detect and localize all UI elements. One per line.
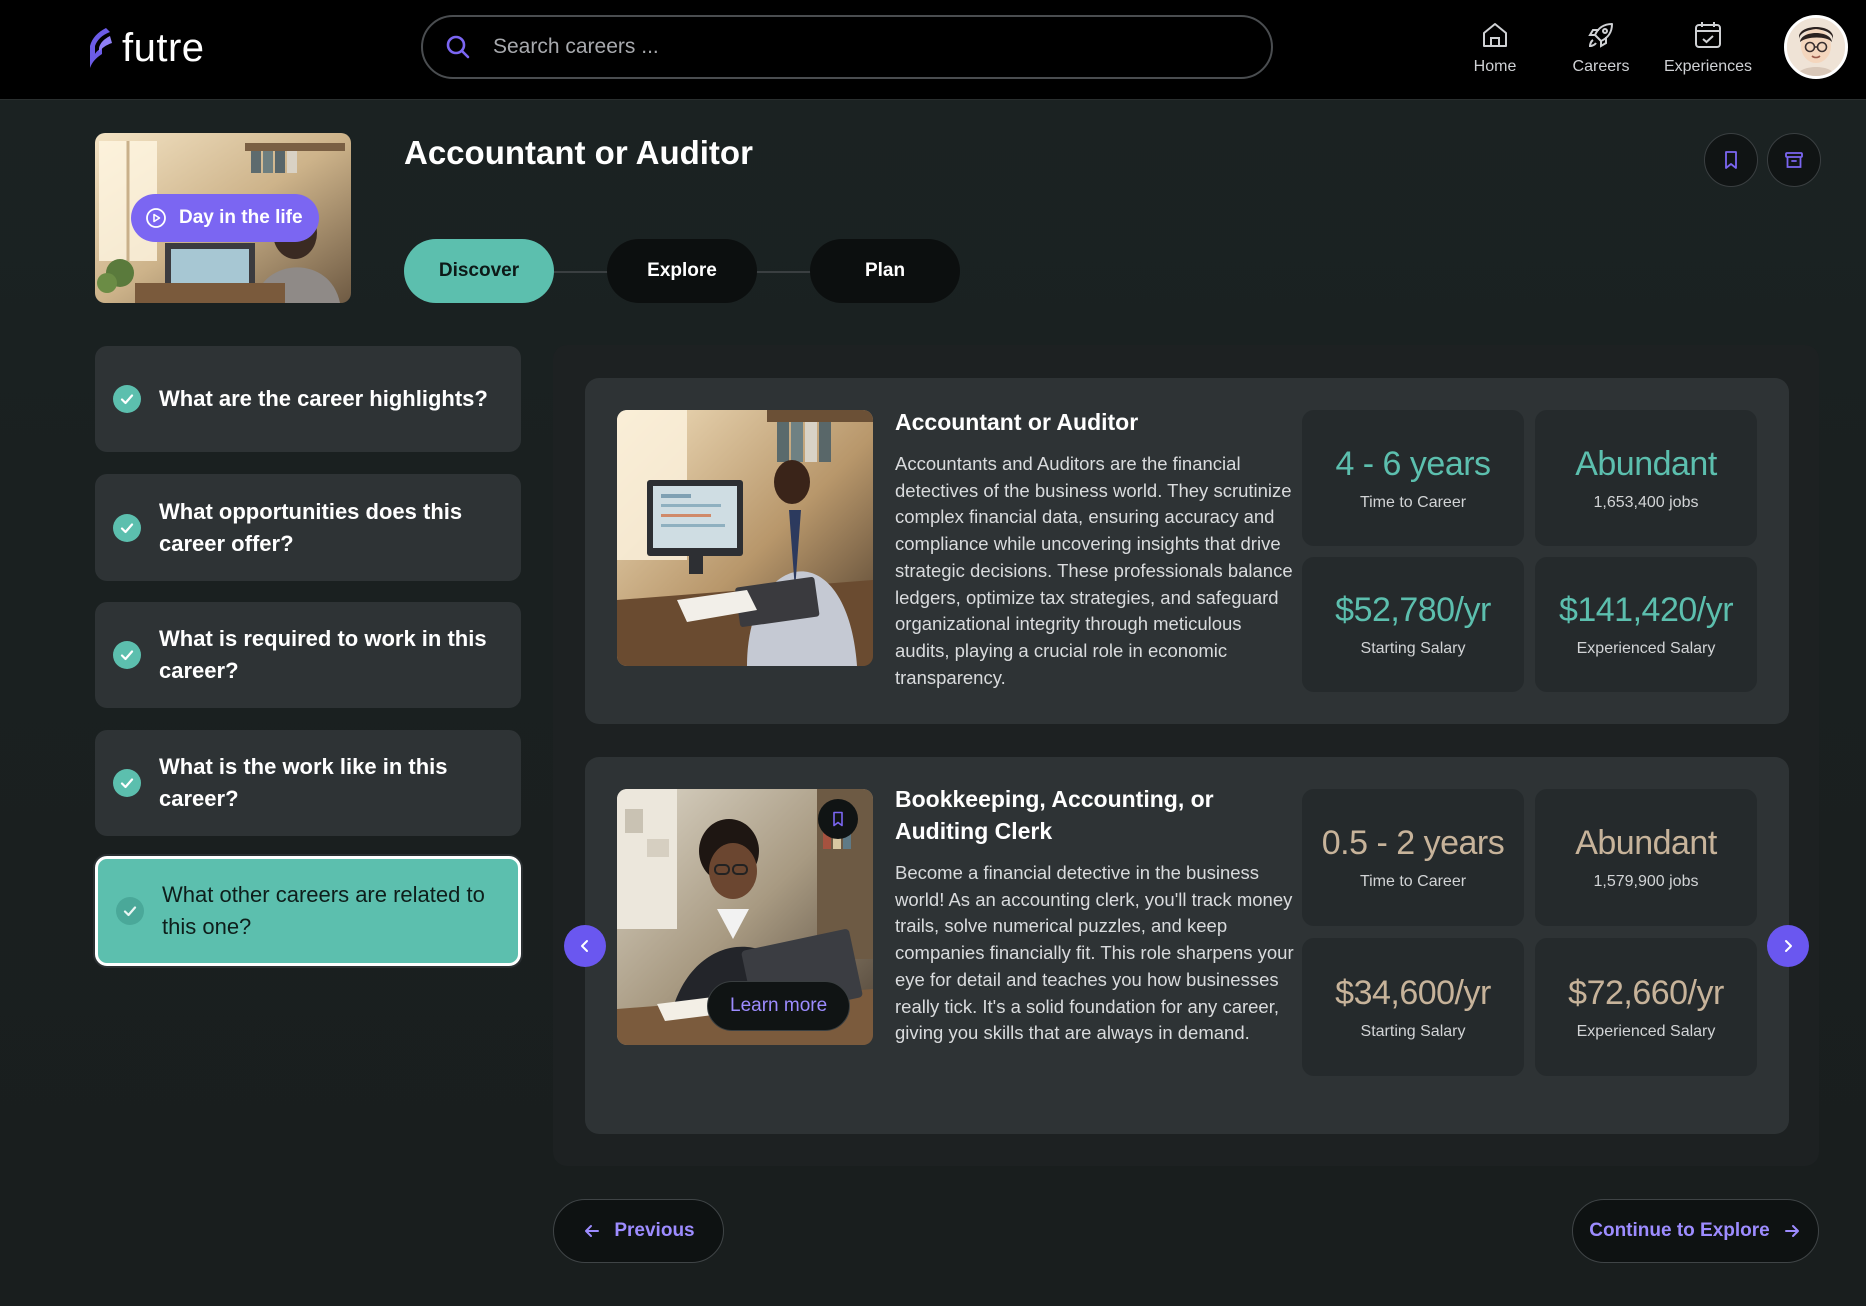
day-in-the-life-button[interactable]: Day in the life xyxy=(131,194,319,242)
career-title: Accountant or Auditor xyxy=(895,409,1139,435)
stat-value: $72,660/yr xyxy=(1568,973,1724,1012)
bookmark-icon xyxy=(833,811,843,827)
question-career-opportunities[interactable]: What opportunities does this career offe… xyxy=(95,474,521,581)
futre-logo-mark-icon xyxy=(90,28,112,68)
home-icon xyxy=(1483,23,1507,47)
stat-value: $52,780/yr xyxy=(1335,591,1491,629)
nav-home-label: Home xyxy=(1473,58,1517,75)
stat-time-to-career: 0.5 - 2 years Time to Career xyxy=(1302,789,1524,926)
stat-label: 1,579,900 jobs xyxy=(1593,873,1699,890)
app-name: futre xyxy=(122,26,205,70)
stat-label: Time to Career xyxy=(1359,873,1467,890)
chevron-left-icon xyxy=(581,940,588,952)
check-circle-icon xyxy=(116,897,144,925)
stat-starting-salary: $34,600/yr Starting Salary xyxy=(1302,938,1524,1076)
stepper-connector xyxy=(552,271,610,273)
question-text: What opportunities does this career offe… xyxy=(159,498,463,556)
archive-icon xyxy=(1785,152,1803,168)
avatar-illustration xyxy=(1787,18,1845,76)
stat-label: Starting Salary xyxy=(1360,1022,1466,1040)
stat-value: 4 - 6 years xyxy=(1335,444,1491,483)
nav-home[interactable]: Home xyxy=(1440,18,1550,76)
stepper-connector xyxy=(755,271,813,273)
stat-experienced-salary: $141,420/yr Experienced Salary xyxy=(1535,557,1757,692)
stat-value: Abundant xyxy=(1575,824,1717,862)
career-image: Learn more xyxy=(617,789,873,1045)
bookmark-icon xyxy=(1725,151,1737,169)
check-circle-icon xyxy=(113,513,141,542)
search-bar[interactable] xyxy=(421,15,1273,79)
stat-value: Abundant xyxy=(1575,444,1717,483)
stat-starting-salary: $52,780/yr Starting Salary xyxy=(1302,557,1524,692)
check-circle-icon xyxy=(113,641,141,669)
stat-label: Starting Salary xyxy=(1360,640,1466,657)
career-image xyxy=(617,410,873,666)
step-explore[interactable]: Explore xyxy=(607,239,757,303)
stat-job-outlook: Abundant 1,579,900 jobs xyxy=(1535,789,1757,926)
nav-experiences[interactable]: Experiences xyxy=(1653,18,1763,76)
accountant-illustration xyxy=(617,410,873,666)
arrow-right-icon xyxy=(1784,1225,1799,1237)
continue-to-explore-button[interactable]: Continue to Explore xyxy=(1572,1199,1819,1263)
check-circle-icon xyxy=(113,769,141,797)
stat-label: Time to Career xyxy=(1359,493,1467,511)
bookmark-button[interactable] xyxy=(1704,133,1758,187)
career-title: Bookkeeping, Accounting, or Auditing Cle… xyxy=(895,786,1214,844)
arrow-left-icon xyxy=(585,1225,600,1237)
stat-label: Experienced Salary xyxy=(1576,1022,1716,1040)
play-circle-icon xyxy=(146,208,166,228)
learn-more-button[interactable]: Learn more xyxy=(707,981,851,1031)
step-plan[interactable]: Plan xyxy=(810,239,960,303)
question-related-careers[interactable]: What other careers are related to this o… xyxy=(95,856,521,966)
question-text: What other careers are related to this o… xyxy=(162,882,485,939)
step-discover[interactable]: Discover xyxy=(404,239,554,303)
previous-label: Previous xyxy=(614,1220,695,1241)
continue-label: Continue to Explore xyxy=(1589,1220,1770,1241)
career-description: Become a financial detective in the busi… xyxy=(895,862,1294,1044)
stat-value: $141,420/yr xyxy=(1558,591,1734,629)
archive-button[interactable] xyxy=(1767,133,1821,187)
search-input[interactable] xyxy=(493,35,1253,59)
top-bar: futre Home Careers xyxy=(0,0,1866,100)
question-text: What is required to work in this career? xyxy=(159,626,487,683)
previous-button[interactable]: Previous xyxy=(553,1199,724,1263)
check-circle-icon xyxy=(113,385,141,413)
question-text: What are the career highlights? xyxy=(159,386,488,411)
page-title: Accountant or Auditor xyxy=(404,134,753,171)
stat-value: $34,600/yr xyxy=(1335,973,1491,1012)
chevron-right-icon xyxy=(1785,940,1792,952)
stat-time-to-career: 4 - 6 years Time to Career xyxy=(1302,410,1524,546)
user-avatar[interactable] xyxy=(1784,15,1848,79)
rocket-icon xyxy=(1588,23,1613,48)
stat-value: 0.5 - 2 years xyxy=(1321,824,1505,862)
career-description: Accountants and Auditors are the financi… xyxy=(895,453,1293,688)
carousel-next-button[interactable] xyxy=(1767,925,1809,967)
question-career-requirements[interactable]: What is required to work in this career? xyxy=(95,602,521,708)
stat-label: Experienced Salary xyxy=(1576,640,1716,657)
career-card-bookkeeping-clerk[interactable]: Learn more Bookkeeping, Accounting, or A… xyxy=(585,757,1789,1134)
question-career-highlights[interactable]: What are the career highlights? xyxy=(95,346,521,452)
day-in-the-life-label: Day in the life xyxy=(179,207,303,228)
nav-careers[interactable]: Careers xyxy=(1546,18,1656,76)
stat-label: 1,653,400 jobs xyxy=(1593,493,1699,511)
carousel-prev-button[interactable] xyxy=(564,925,606,967)
question-text: What is the work like in this career? xyxy=(159,754,448,811)
stat-job-outlook: Abundant 1,653,400 jobs xyxy=(1535,410,1757,546)
search-icon xyxy=(446,35,470,59)
calendar-check-icon xyxy=(1695,22,1721,48)
question-work-like[interactable]: What is the work like in this career? xyxy=(95,730,521,836)
save-career-button[interactable] xyxy=(818,799,858,839)
nav-experiences-label: Experiences xyxy=(1663,58,1753,75)
app-logo[interactable]: futre xyxy=(84,24,205,72)
stat-experienced-salary: $72,660/yr Experienced Salary xyxy=(1535,938,1757,1076)
career-card-accountant[interactable]: Accountant or Auditor Accountants and Au… xyxy=(585,378,1789,724)
nav-careers-label: Careers xyxy=(1572,58,1630,75)
